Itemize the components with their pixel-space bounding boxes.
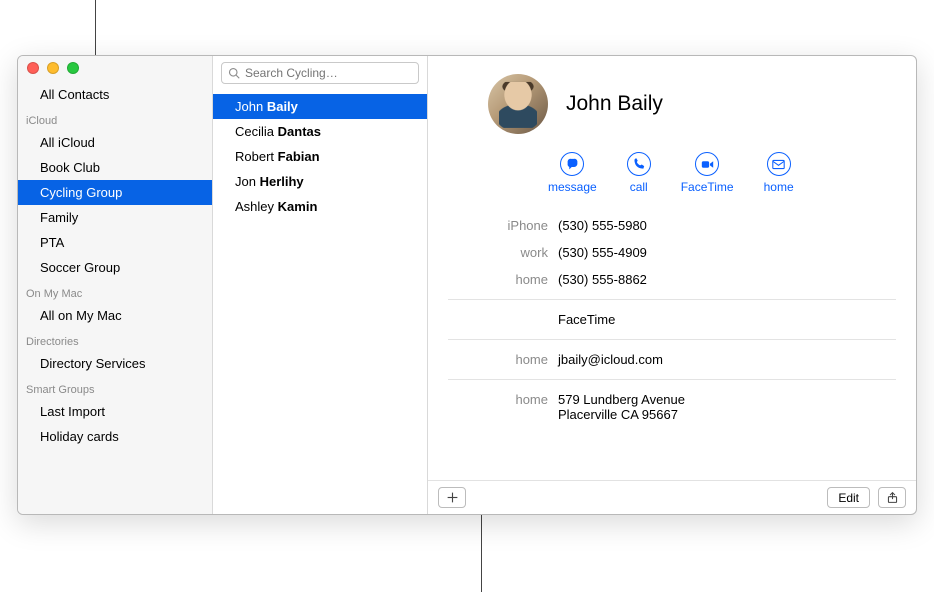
field-value[interactable]: (530) 555-8862	[558, 272, 896, 287]
maximize-button[interactable]	[67, 62, 79, 74]
list-item[interactable]: Jon Herlihy	[213, 169, 427, 194]
list-item[interactable]: John Baily	[213, 94, 427, 119]
close-button[interactable]	[27, 62, 39, 74]
sidebar-item[interactable]: Family	[18, 205, 212, 230]
address-line2: Placerville CA 95667	[558, 407, 896, 422]
contact-first-name: Robert	[235, 149, 274, 164]
action-call[interactable]: call	[627, 152, 651, 194]
field-value[interactable]: (530) 555-5980	[558, 218, 896, 233]
facetime-icon	[695, 152, 719, 176]
action-label: FaceTime	[681, 180, 734, 194]
email-row: homejbaily@icloud.com	[448, 346, 896, 373]
field-label	[448, 312, 558, 327]
detail-footer: Edit	[428, 480, 916, 514]
contacts-list: John BailyCecilia DantasRobert FabianJon…	[213, 92, 427, 514]
callout-line-top	[95, 0, 96, 55]
contact-first-name: Ashley	[235, 199, 274, 214]
contact-first-name: John	[235, 99, 263, 114]
contact-last-name: Fabian	[278, 149, 320, 164]
list-item[interactable]: Cecilia Dantas	[213, 119, 427, 144]
contacts-list-column: John BailyCecilia DantasRobert FabianJon…	[213, 56, 428, 514]
sidebar-item[interactable]: Book Club	[18, 155, 212, 180]
add-button[interactable]	[438, 487, 466, 508]
sidebar-item[interactable]: Cycling Group	[18, 180, 212, 205]
minimize-button[interactable]	[47, 62, 59, 74]
contact-first-name: Cecilia	[235, 124, 274, 139]
field-value[interactable]: jbaily@icloud.com	[558, 352, 896, 367]
field-value[interactable]: FaceTime	[558, 312, 896, 327]
address-line1: 579 Lundberg Avenue	[558, 392, 896, 407]
message-icon	[560, 152, 584, 176]
sidebar-heading: iCloud	[18, 107, 212, 130]
plus-icon	[446, 491, 459, 504]
contact-detail-pane: John Baily message call FaceTime home iPhon…	[428, 56, 916, 514]
share-icon	[886, 491, 899, 504]
search-field[interactable]	[221, 62, 419, 84]
list-item[interactable]: Robert Fabian	[213, 144, 427, 169]
field-value[interactable]: (530) 555-4909	[558, 245, 896, 260]
contact-first-name: Jon	[235, 174, 256, 189]
sidebar-item[interactable]: Holiday cards	[18, 424, 212, 449]
search-input[interactable]	[245, 66, 412, 80]
contact-last-name: Herlihy	[260, 174, 304, 189]
contact-actions: message call FaceTime home	[448, 152, 896, 194]
mail-icon	[767, 152, 791, 176]
action-label: message	[548, 180, 597, 194]
sidebar-item[interactable]: All iCloud	[18, 130, 212, 155]
separator	[448, 339, 896, 340]
field-label: work	[448, 245, 558, 260]
contact-last-name: Dantas	[278, 124, 321, 139]
sidebar-item[interactable]: Soccer Group	[18, 255, 212, 280]
field-label: iPhone	[448, 218, 558, 233]
sidebar-item-all-contacts[interactable]: All Contacts	[18, 82, 212, 107]
field-label: home	[448, 392, 558, 422]
sidebar-item[interactable]: All on My Mac	[18, 303, 212, 328]
action-label: home	[764, 180, 794, 194]
sidebar-heading: On My Mac	[18, 280, 212, 303]
facetime-row: FaceTime	[448, 306, 896, 333]
phone-row: work(530) 555-4909	[448, 239, 896, 266]
contact-name: John Baily	[566, 92, 663, 116]
sidebar-heading: Smart Groups	[18, 376, 212, 399]
action-home[interactable]: home	[764, 152, 794, 194]
sidebar-item[interactable]: PTA	[18, 230, 212, 255]
sidebar-item[interactable]: Last Import	[18, 399, 212, 424]
edit-button[interactable]: Edit	[827, 487, 870, 508]
address-row: home579 Lundberg AvenuePlacerville CA 95…	[448, 386, 896, 428]
sidebar-heading: Directories	[18, 328, 212, 351]
contacts-window: All Contacts iCloudAll iCloudBook ClubCy…	[17, 55, 917, 515]
call-icon	[627, 152, 651, 176]
field-label: home	[448, 352, 558, 367]
groups-sidebar: All Contacts iCloudAll iCloudBook ClubCy…	[18, 56, 213, 514]
callout-line-bottom	[481, 514, 482, 592]
list-item[interactable]: Ashley Kamin	[213, 194, 427, 219]
phone-row: home(530) 555-8862	[448, 266, 896, 293]
action-FaceTime[interactable]: FaceTime	[681, 152, 734, 194]
avatar[interactable]	[488, 74, 548, 134]
field-value[interactable]: 579 Lundberg AvenuePlacerville CA 95667	[558, 392, 896, 422]
contact-last-name: Kamin	[278, 199, 318, 214]
separator	[448, 299, 896, 300]
action-label: call	[630, 180, 648, 194]
sidebar-item[interactable]: Directory Services	[18, 351, 212, 376]
separator	[448, 379, 896, 380]
phone-row: iPhone(530) 555-5980	[448, 212, 896, 239]
share-button[interactable]	[878, 487, 906, 508]
search-icon	[228, 67, 240, 79]
window-traffic-lights	[27, 62, 79, 74]
contact-last-name: Baily	[267, 99, 298, 114]
action-message[interactable]: message	[548, 152, 597, 194]
field-label: home	[448, 272, 558, 287]
